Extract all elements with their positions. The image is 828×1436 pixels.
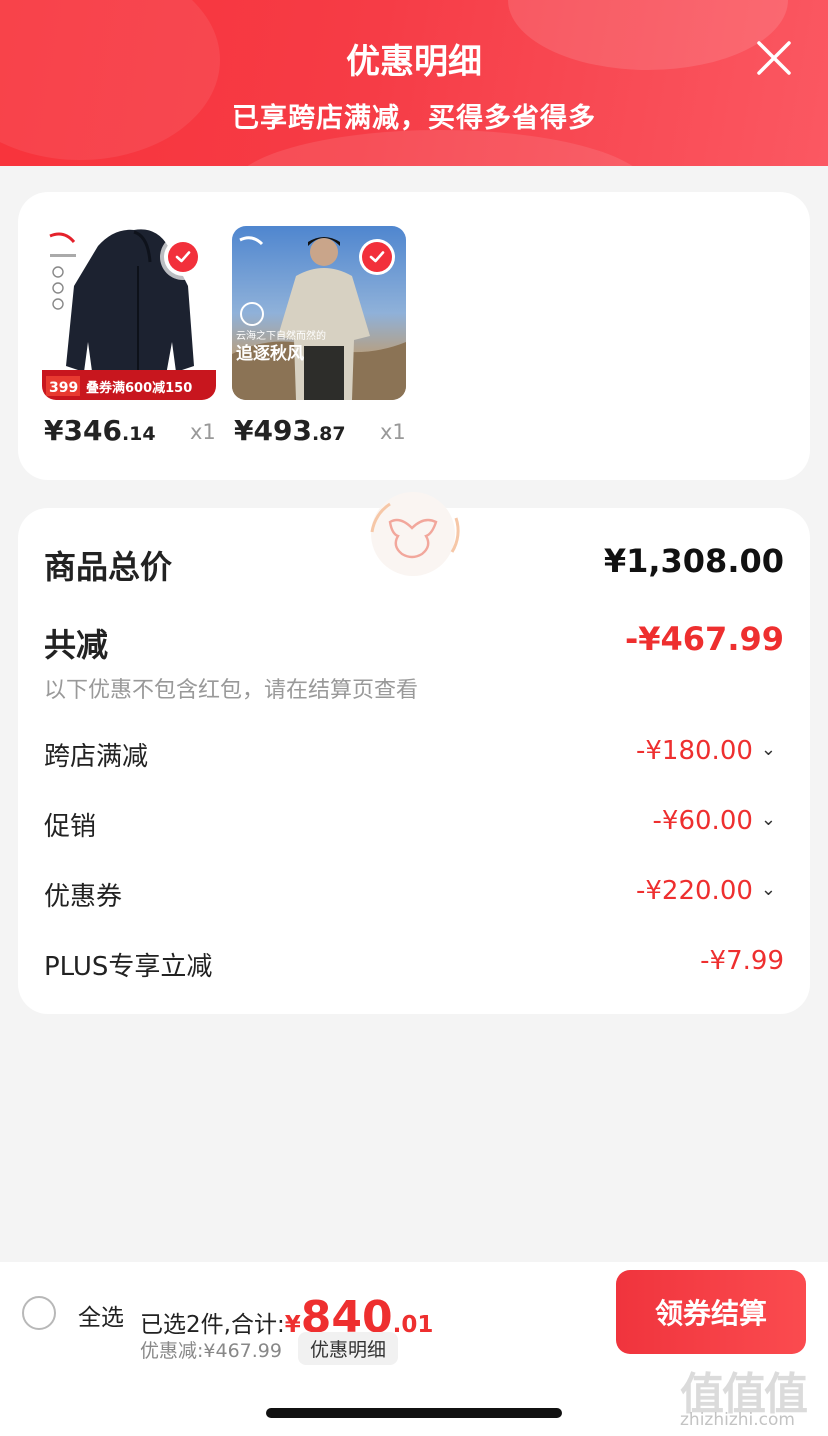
discount-amount: 优惠减:¥467.99 <box>140 1340 282 1362</box>
header-decoration <box>230 130 650 166</box>
total-reduce-label: 共减 <box>44 626 109 664</box>
page-subtitle: 已享跨店满减，买得多省得多 <box>232 103 596 134</box>
cross-store-discount-value[interactable]: -¥180.00 ⌄ <box>636 736 776 766</box>
promotion-label: 促销 <box>44 812 97 842</box>
coupon-label: 优惠券 <box>44 882 123 912</box>
discount-note: 以下优惠不包含红包，请在结算页查看 <box>44 678 419 703</box>
check-icon <box>175 251 191 263</box>
page-title: 优惠明细 <box>346 42 482 82</box>
product-quantity: x1 <box>190 420 216 444</box>
close-icon <box>757 41 791 75</box>
select-all-radio[interactable] <box>22 1296 56 1330</box>
mascot-dog-icon <box>370 492 460 576</box>
total-price-label: 商品总价 <box>44 548 173 586</box>
image-caption-small: 云海之下自然而然的 <box>236 329 326 342</box>
cross-store-discount-label: 跨店满减 <box>44 742 149 772</box>
header-banner: 优惠明细 已享跨店满减，买得多省得多 <box>0 0 828 166</box>
select-checkbox[interactable] <box>358 238 396 276</box>
plus-discount-value: -¥7.99 <box>700 946 784 976</box>
total-reduce-value: -¥467.99 <box>624 620 784 658</box>
select-checkbox[interactable] <box>164 238 202 276</box>
checkout-button[interactable]: 领券结算 <box>616 1270 806 1354</box>
check-icon <box>369 251 385 263</box>
chevron-down-icon: ⌄ <box>760 879 776 900</box>
chevron-down-icon: ⌄ <box>760 739 776 760</box>
product-quantity: x1 <box>380 420 406 444</box>
product-image-hoodie[interactable]: 云海之下自然而然的 追逐秋风 <box>232 226 406 400</box>
select-all-label[interactable]: 全选 <box>78 1298 124 1332</box>
chevron-down-icon: ⌄ <box>760 809 776 830</box>
total-price-value: ¥1,308.00 <box>603 542 784 580</box>
image-caption-large: 追逐秋风 <box>236 343 304 364</box>
close-button[interactable] <box>752 36 796 80</box>
discount-summary-card: 商品总价 ¥1,308.00 共减 -¥467.99 以下优惠不包含红包，请在结… <box>18 492 810 1014</box>
coupon-value[interactable]: -¥220.00 ⌄ <box>636 876 776 906</box>
tag-price: 399 <box>49 380 78 396</box>
product-price: ¥346.14 <box>44 414 156 447</box>
product-image-jacket[interactable]: 399 叠券满600减150 <box>42 226 216 400</box>
plus-discount-label: PLUS专享立减 <box>44 952 213 982</box>
watermark-url: zhizhizhi.com <box>680 1410 795 1430</box>
home-indicator[interactable] <box>266 1408 562 1418</box>
product-price: ¥493.87 <box>234 414 346 447</box>
tag-promo: 叠券满600减150 <box>86 380 192 396</box>
products-card: 399 叠券满600减150 ¥346.14 x1 云海之下自然而然的 追逐秋风 <box>18 192 810 480</box>
discount-detail-button[interactable]: 优惠明细 <box>298 1332 399 1365</box>
promotion-value[interactable]: -¥60.00 ⌄ <box>653 806 776 836</box>
